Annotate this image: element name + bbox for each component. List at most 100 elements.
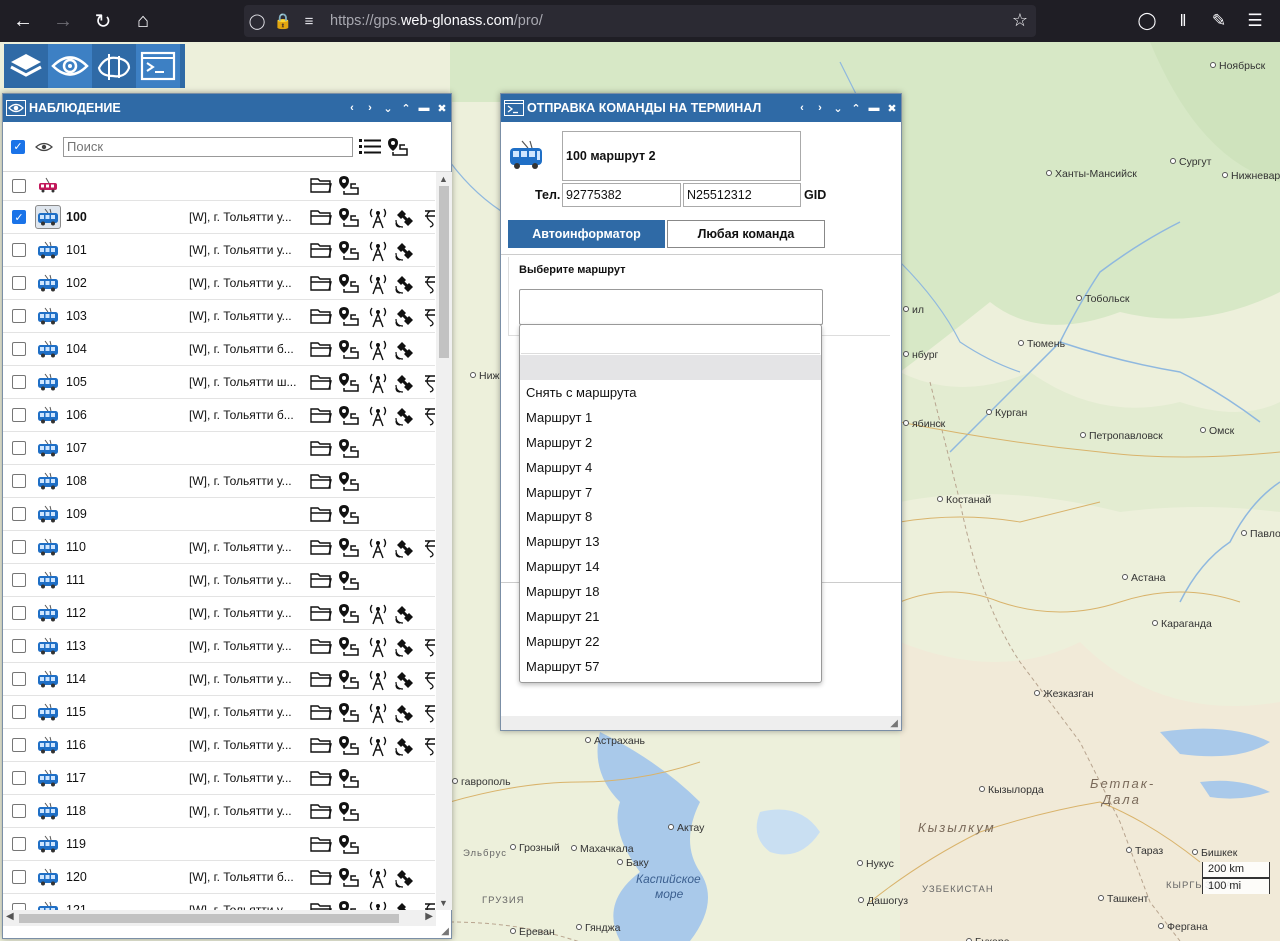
minimize-icon[interactable]: ▬ [415, 102, 433, 115]
unit-row[interactable]: 119 [3, 828, 435, 861]
geofence-icon[interactable] [92, 44, 136, 88]
unit-row[interactable]: 112 [W], г. Тольятти у... [3, 597, 435, 630]
trolleybus-icon[interactable] [35, 403, 61, 427]
trolleybus-icon[interactable] [35, 766, 61, 790]
folder-icon[interactable] [310, 801, 332, 823]
trolleybus-icon[interactable] [35, 799, 61, 823]
pin-icon[interactable] [338, 867, 360, 889]
unit-row[interactable]: 101 [W], г. Тольятти у... [3, 234, 435, 267]
collapse-icon[interactable]: ⌄ [379, 102, 397, 115]
unit-checkbox[interactable] [12, 705, 26, 719]
trolleybus-icon[interactable] [35, 601, 61, 625]
scroll-thumb[interactable] [439, 186, 449, 358]
pin-icon[interactable] [338, 735, 360, 757]
route-option[interactable]: Снять с маршрута [520, 380, 821, 405]
trolleybus-icon[interactable] [35, 634, 61, 658]
cmd-icon[interactable] [423, 405, 435, 427]
antenna-icon[interactable] [367, 372, 389, 394]
trolleybus-icon[interactable] [35, 832, 61, 856]
pin-icon[interactable] [338, 405, 360, 427]
cmd-icon[interactable] [423, 207, 435, 229]
route-option[interactable]: Маршрут 14 [520, 554, 821, 579]
horizontal-scrollbar[interactable]: ◀ ▶ [3, 910, 436, 926]
cmd-icon[interactable] [423, 306, 435, 328]
unit-row[interactable]: 113 [W], г. Тольятти у... [3, 630, 435, 663]
folder-icon[interactable] [310, 175, 332, 197]
unit-checkbox[interactable] [12, 309, 26, 323]
tab-autoinformer[interactable]: Автоинформатор [508, 220, 665, 248]
folder-icon[interactable] [310, 735, 332, 757]
unit-checkbox[interactable] [12, 903, 26, 910]
resize-grip-icon[interactable]: ◢ [441, 926, 449, 937]
satellite-icon[interactable] [394, 603, 416, 625]
cmd-icon[interactable] [423, 900, 435, 910]
monitoring-title-bar[interactable]: НАБЛЮДЕНИЕ ‹ › ⌄ ⌃ ▬ ✖ [3, 94, 451, 122]
close-icon[interactable]: ✖ [883, 102, 901, 115]
unit-row[interactable]: 116 [W], г. Тольятти у... [3, 729, 435, 762]
satellite-icon[interactable] [394, 306, 416, 328]
reload-icon[interactable]: ↻ [86, 4, 120, 38]
cmd-icon[interactable] [423, 702, 435, 724]
select-all-checkbox[interactable]: ✓ [11, 139, 25, 154]
antenna-icon[interactable] [367, 240, 389, 262]
route-option[interactable]: Маршрут 21 [520, 604, 821, 629]
pocket-icon[interactable]: ◯ [1130, 4, 1164, 38]
antenna-icon[interactable] [367, 735, 389, 757]
antenna-icon[interactable] [367, 339, 389, 361]
trolleybus-icon[interactable] [35, 238, 61, 262]
cmd-icon[interactable] [423, 372, 435, 394]
unit-checkbox[interactable] [12, 243, 26, 257]
unit-row[interactable]: 115 [W], г. Тольятти у... [3, 696, 435, 729]
route-option[interactable]: Маршрут 2 [520, 430, 821, 455]
pin-icon[interactable] [338, 801, 360, 823]
route-pin-icon[interactable] [387, 136, 409, 158]
back-icon[interactable]: ← [6, 4, 40, 38]
folder-icon[interactable] [310, 603, 332, 625]
scroll-left-icon[interactable]: ◀ [6, 911, 14, 922]
cmd-icon[interactable] [423, 735, 435, 757]
tram-icon[interactable] [35, 174, 61, 198]
route-option[interactable]: Маршрут 13 [520, 529, 821, 554]
satellite-icon[interactable] [394, 339, 416, 361]
folder-icon[interactable] [310, 504, 332, 526]
scroll-down-icon[interactable]: ▼ [439, 898, 448, 908]
folder-icon[interactable] [310, 207, 332, 229]
folder-icon[interactable] [310, 636, 332, 658]
visibility-eye-icon[interactable] [35, 141, 53, 153]
lock-icon[interactable]: 🔒 [270, 12, 296, 30]
unit-checkbox[interactable] [12, 738, 26, 752]
unit-checkbox[interactable] [12, 276, 26, 290]
folder-icon[interactable] [310, 306, 332, 328]
extensions-icon[interactable]: ✎ [1202, 4, 1236, 38]
unit-checkbox[interactable] [12, 540, 26, 554]
unit-row[interactable] [3, 172, 435, 201]
trolleybus-icon[interactable] [35, 337, 61, 361]
collapse-icon[interactable]: ⌄ [829, 102, 847, 115]
unit-checkbox[interactable] [12, 179, 26, 193]
satellite-icon[interactable] [394, 372, 416, 394]
unit-checkbox[interactable] [12, 837, 26, 851]
trolleybus-icon[interactable] [35, 865, 61, 889]
folder-icon[interactable] [310, 768, 332, 790]
pin-icon[interactable] [338, 900, 360, 910]
pin-icon[interactable] [338, 768, 360, 790]
resize-grip-icon[interactable]: ◢ [890, 718, 898, 729]
route-option[interactable]: Маршрут 8 [520, 504, 821, 529]
unit-checkbox[interactable] [12, 672, 26, 686]
pin-icon[interactable] [338, 175, 360, 197]
folder-icon[interactable] [310, 471, 332, 493]
forward-icon[interactable]: → [46, 4, 80, 38]
pin-icon[interactable] [338, 339, 360, 361]
antenna-icon[interactable] [367, 306, 389, 328]
unit-row[interactable]: 104 [W], г. Тольятти б... [3, 333, 435, 366]
unit-row[interactable]: 117 [W], г. Тольятти у... [3, 762, 435, 795]
trolleybus-icon[interactable] [35, 733, 61, 757]
unit-checkbox[interactable] [12, 771, 26, 785]
trolleybus-icon[interactable] [35, 667, 61, 691]
pin-icon[interactable] [338, 306, 360, 328]
antenna-icon[interactable] [367, 702, 389, 724]
route-option[interactable]: Маршрут 18 [520, 579, 821, 604]
unit-row[interactable]: 114 [W], г. Тольятти у... [3, 663, 435, 696]
unit-row[interactable]: 118 [W], г. Тольятти у... [3, 795, 435, 828]
trolleybus-icon[interactable] [35, 205, 61, 229]
